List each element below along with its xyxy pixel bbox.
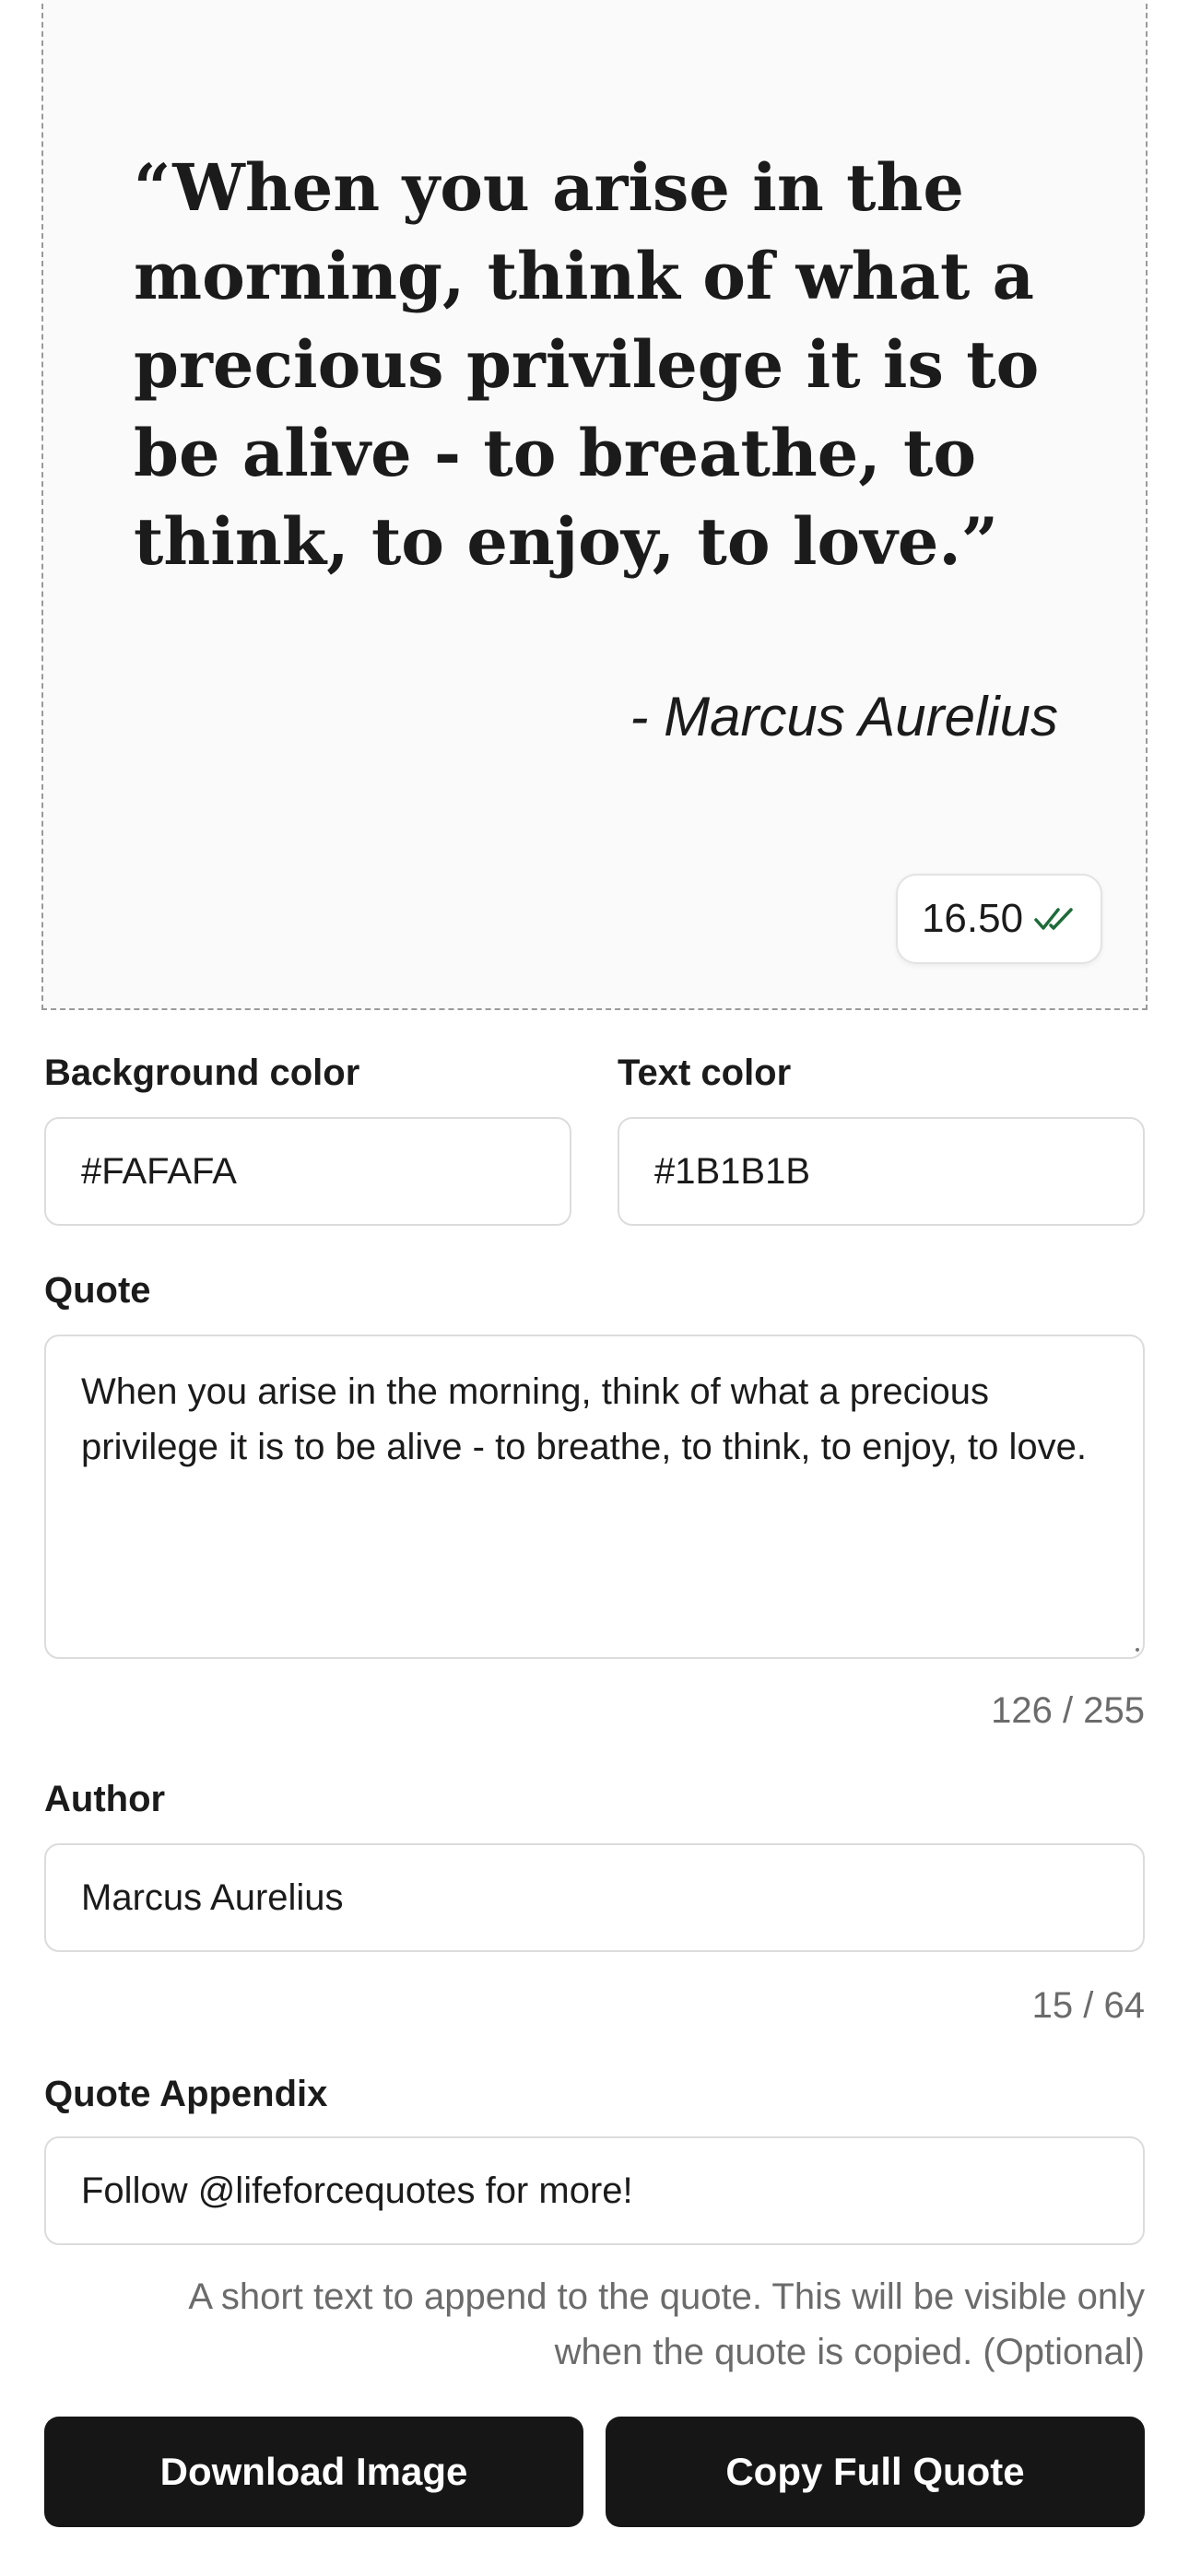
preview-quote-text: “When you arise in the morning, think of… (134, 149, 1040, 580)
double-check-icon (1034, 905, 1077, 933)
background-color-label: Background color (44, 1053, 360, 1093)
score-value: 16.50 (921, 896, 1024, 941)
download-image-button[interactable]: Download Image (44, 2417, 583, 2527)
author-input[interactable] (44, 1843, 1145, 1952)
quote-textarea[interactable]: When you arise in the morning, think of … (44, 1335, 1145, 1659)
textarea-resize-handle[interactable] (1136, 1648, 1139, 1652)
quote-char-counter: 126 / 255 (991, 1690, 1145, 1731)
copy-full-quote-button[interactable]: Copy Full Quote (606, 2417, 1145, 2527)
author-label: Author (44, 1779, 166, 1819)
score-badge: 16.50 (896, 874, 1102, 964)
appendix-helper-text: A short text to append to the quote. Thi… (188, 2276, 1145, 2372)
author-char-counter: 15 / 64 (1031, 1985, 1145, 2026)
text-color-label: Text color (618, 1053, 792, 1093)
preview-author-text: - Marcus Aurelius (630, 686, 1058, 747)
quote-label: Quote (44, 1270, 151, 1311)
text-color-input[interactable] (618, 1117, 1145, 1226)
quote-preview-card: “When you arise in the morning, think of… (41, 0, 1148, 1010)
background-color-input[interactable] (44, 1117, 571, 1226)
appendix-label: Quote Appendix (44, 2074, 328, 2114)
appendix-input[interactable] (44, 2136, 1145, 2245)
